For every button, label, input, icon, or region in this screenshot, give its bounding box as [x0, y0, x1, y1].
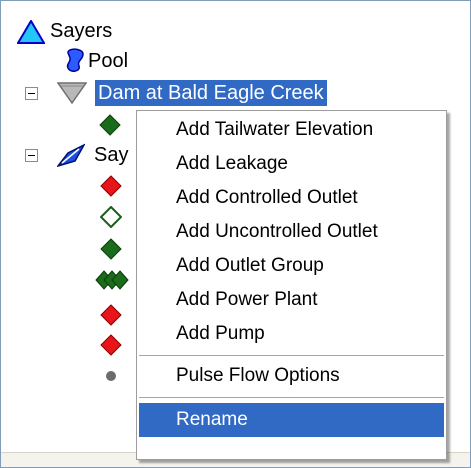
red-diamond-icon[interactable] [100, 334, 122, 356]
tree-node-label: Dam at Bald Eagle Creek [95, 80, 327, 106]
menu-item-pulse-flow-options[interactable]: Pulse Flow Options [139, 359, 444, 393]
tree-node-dam[interactable]: Dam at Bald Eagle Creek [25, 79, 327, 107]
green-diamond-icon[interactable] [99, 114, 121, 136]
menu-item-rename[interactable]: Rename [139, 403, 444, 437]
collapse-toggle[interactable] [25, 87, 38, 100]
collapse-toggle[interactable] [25, 149, 38, 162]
outlet-group-icon[interactable] [95, 269, 129, 293]
menu-item-add-leakage[interactable]: Add Leakage [139, 147, 444, 181]
tree-node-sayers-reservoir[interactable]: Say [25, 141, 131, 169]
tree-node-label: Sayers [50, 20, 113, 42]
tree-node-pool[interactable]: Pool [65, 47, 131, 75]
menu-item-add-outlet-group[interactable]: Add Outlet Group [139, 249, 444, 283]
reservoir-arrow-icon [57, 143, 85, 167]
red-diamond-icon[interactable] [100, 175, 122, 197]
menu-item-add-uncontrolled-outlet[interactable]: Add Uncontrolled Outlet [139, 215, 444, 249]
menu-item-add-controlled-outlet[interactable]: Add Controlled Outlet [139, 181, 444, 215]
menu-item-add-tailwater-elevation[interactable]: Add Tailwater Elevation [139, 113, 444, 147]
menu-item-add-power-plant[interactable]: Add Power Plant [139, 283, 444, 317]
context-menu: Add Tailwater Elevation Add Leakage Add … [136, 110, 447, 460]
tree-node-label: Say [94, 144, 129, 166]
pool-icon [66, 48, 84, 72]
menu-separator [139, 355, 444, 356]
tree-node-label: Pool [88, 50, 129, 72]
red-diamond-icon[interactable] [100, 304, 122, 326]
hollow-diamond-icon[interactable] [100, 206, 122, 228]
menu-item-add-pump[interactable]: Add Pump [139, 317, 444, 351]
green-diamond-icon[interactable] [100, 238, 122, 260]
tree-node-sayers[interactable]: Sayers [17, 17, 115, 45]
menu-separator [139, 397, 444, 398]
gray-dot-icon[interactable] [105, 370, 117, 382]
dam-icon [57, 82, 87, 105]
triangle-icon [17, 20, 45, 44]
